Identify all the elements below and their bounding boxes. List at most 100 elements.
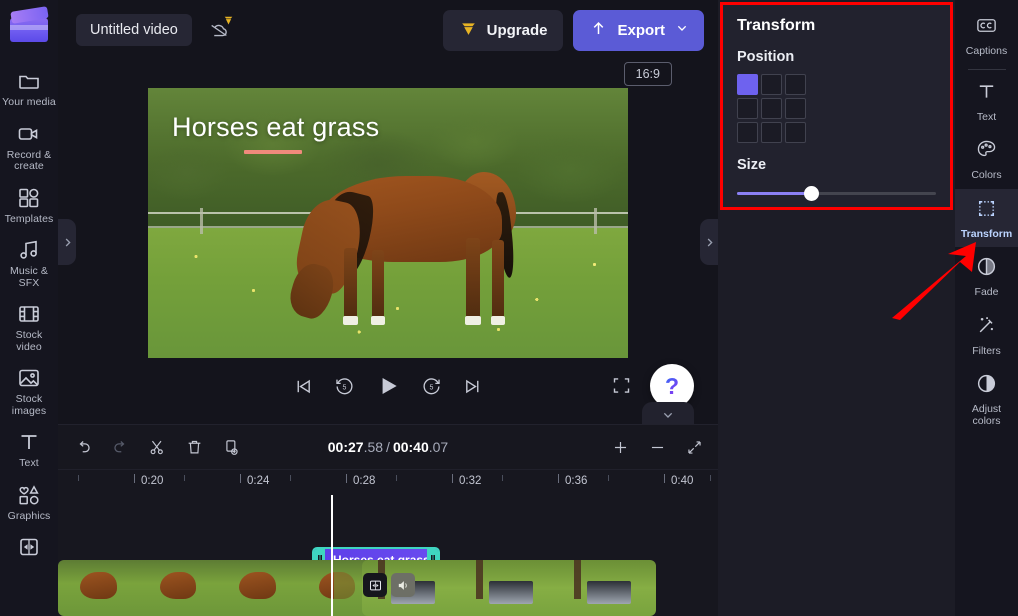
sidebar-item-stock-images[interactable]: Stock images	[0, 359, 58, 423]
upgrade-button[interactable]: Upgrade	[442, 9, 564, 51]
sidebar-item-your-media[interactable]: Your media	[0, 62, 58, 115]
position-cell-middle-left[interactable]	[737, 98, 758, 119]
total-time-frac: .07	[428, 439, 449, 455]
sidebar-item-text[interactable]: Text	[955, 72, 1018, 131]
export-button[interactable]: Export	[573, 9, 704, 51]
collapse-right-panel-button[interactable]	[700, 219, 718, 265]
position-cell-bottom-right[interactable]	[785, 122, 806, 143]
thumbnail-frame	[137, 560, 217, 616]
undo-button[interactable]	[74, 438, 93, 457]
sidebar-item-colors[interactable]: Colors	[955, 130, 1018, 189]
sidebar-item-music-sfx[interactable]: Music & SFX	[0, 231, 58, 295]
film-strip-icon	[17, 302, 41, 326]
video-camera-icon	[17, 122, 41, 146]
overlay-title-text[interactable]: Horses eat grass	[172, 112, 379, 143]
timeline-tracks: || Horses eat grass ||	[58, 495, 718, 616]
chevron-down-icon	[674, 20, 690, 40]
duplicate-button[interactable]	[222, 438, 241, 457]
ruler-label: 0:32	[459, 475, 482, 487]
fence-post	[200, 208, 203, 234]
sidebar-item-fade[interactable]: Fade	[955, 247, 1018, 306]
transition-badge[interactable]	[363, 573, 387, 597]
upgrade-label: Upgrade	[486, 21, 548, 39]
sidebar-item-captions[interactable]: Captions	[955, 6, 1018, 65]
play-button[interactable]	[375, 373, 401, 399]
folder-icon	[17, 69, 41, 93]
sidebar-item-stock-video[interactable]: Stock video	[0, 295, 58, 359]
skip-back-icon	[297, 379, 310, 393]
duplicate-icon	[226, 439, 238, 455]
video-clip-2-lead[interactable]	[334, 560, 362, 616]
undo-icon	[79, 440, 90, 452]
closed-captions-icon	[975, 14, 998, 42]
trash-icon	[188, 440, 201, 453]
shapes-icon	[17, 483, 41, 507]
audio-badge[interactable]	[391, 573, 415, 597]
sidebar-item-label: Text	[19, 457, 39, 469]
preview-region: 16:9 Horses eat grass 5 5 ?	[58, 60, 718, 428]
ruler-label: 0:28	[353, 475, 376, 487]
sidebar-item-record-create[interactable]: Record & create	[0, 115, 58, 179]
sidebar-item-label: Music & SFX	[9, 265, 49, 289]
delete-button[interactable]	[185, 438, 204, 457]
ruler-label: 0:24	[247, 475, 270, 487]
sidebar-item-transform[interactable]: Transform	[955, 188, 1018, 247]
scissors-icon	[150, 440, 163, 454]
video-clip-1[interactable]	[58, 560, 376, 616]
timeline-playhead[interactable]	[331, 495, 333, 616]
rewind-5-button[interactable]: 5	[334, 376, 355, 397]
project-title-input[interactable]: Untitled video	[76, 14, 192, 46]
zoom-in-button[interactable]	[611, 438, 630, 457]
fade-icon	[975, 255, 998, 283]
sidebar-item-label: Filters	[972, 344, 1001, 357]
fence-post	[594, 208, 597, 234]
position-cell-middle-right[interactable]	[785, 98, 806, 119]
position-cell-top-center[interactable]	[761, 74, 782, 95]
sidebar-item-graphics[interactable]: Graphics	[0, 476, 58, 529]
sidebar-item-text[interactable]: Text	[0, 423, 58, 476]
timeline-ruler[interactable]: 0:20 0:24 0:28 0:32 0:36 0:40	[58, 469, 718, 495]
app-logo[interactable]	[10, 6, 49, 44]
transform-panel: Transform Position Size	[720, 2, 953, 210]
fit-to-screen-icon	[688, 440, 701, 454]
size-slider[interactable]	[737, 186, 936, 201]
collapse-left-panel-button[interactable]	[58, 219, 76, 265]
skip-to-end-button[interactable]	[462, 376, 483, 397]
sidebar-item-filters[interactable]: Filters	[955, 306, 1018, 365]
forward-5-button[interactable]: 5	[421, 376, 442, 397]
timeline-toolbar: 00:27.58/00:40.07	[58, 425, 718, 469]
main-area: Untitled video Upgrade Export 16:9 Horse…	[58, 0, 718, 616]
sidebar-item-transitions[interactable]	[0, 528, 58, 565]
sidebar-item-templates[interactable]: Templates	[0, 179, 58, 232]
sidebar-item-label: Captions	[965, 45, 1008, 57]
slider-thumb[interactable]	[803, 186, 819, 201]
rewind-5-icon: 5	[336, 377, 353, 394]
position-cell-bottom-center[interactable]	[761, 122, 782, 143]
size-label: Size	[737, 157, 767, 173]
video-canvas[interactable]: Horses eat grass	[148, 88, 628, 358]
clapperboard-icon	[10, 6, 49, 44]
thumbnail-frame	[334, 560, 362, 616]
fullscreen-button[interactable]	[611, 375, 632, 396]
position-cell-bottom-left[interactable]	[737, 122, 758, 143]
upload-icon	[589, 19, 608, 42]
cloud-sync-status-button[interactable]	[202, 15, 236, 45]
time-separator: /	[386, 439, 390, 455]
redo-button[interactable]	[111, 438, 130, 457]
sidebar-item-label: Text	[976, 110, 997, 123]
horse-hoof	[491, 316, 505, 325]
skip-to-start-button[interactable]	[293, 376, 314, 397]
aspect-ratio-button[interactable]: 16:9	[623, 62, 672, 86]
position-cell-top-right[interactable]	[785, 74, 806, 95]
thumbnail-frame	[58, 560, 138, 616]
zoom-out-button[interactable]	[648, 438, 667, 457]
position-cell-top-left[interactable]	[737, 74, 758, 95]
question-mark-icon: ?	[664, 372, 680, 399]
sidebar-item-label: Stock images	[11, 393, 47, 417]
left-sidebar: Your media Record & create Templates Mus…	[0, 0, 58, 616]
contrast-icon	[975, 372, 998, 400]
sidebar-item-adjust-colors[interactable]: Adjust colors	[955, 364, 1018, 434]
fit-to-screen-button[interactable]	[685, 438, 704, 457]
position-cell-middle-center[interactable]	[761, 98, 782, 119]
split-button[interactable]	[148, 438, 167, 457]
